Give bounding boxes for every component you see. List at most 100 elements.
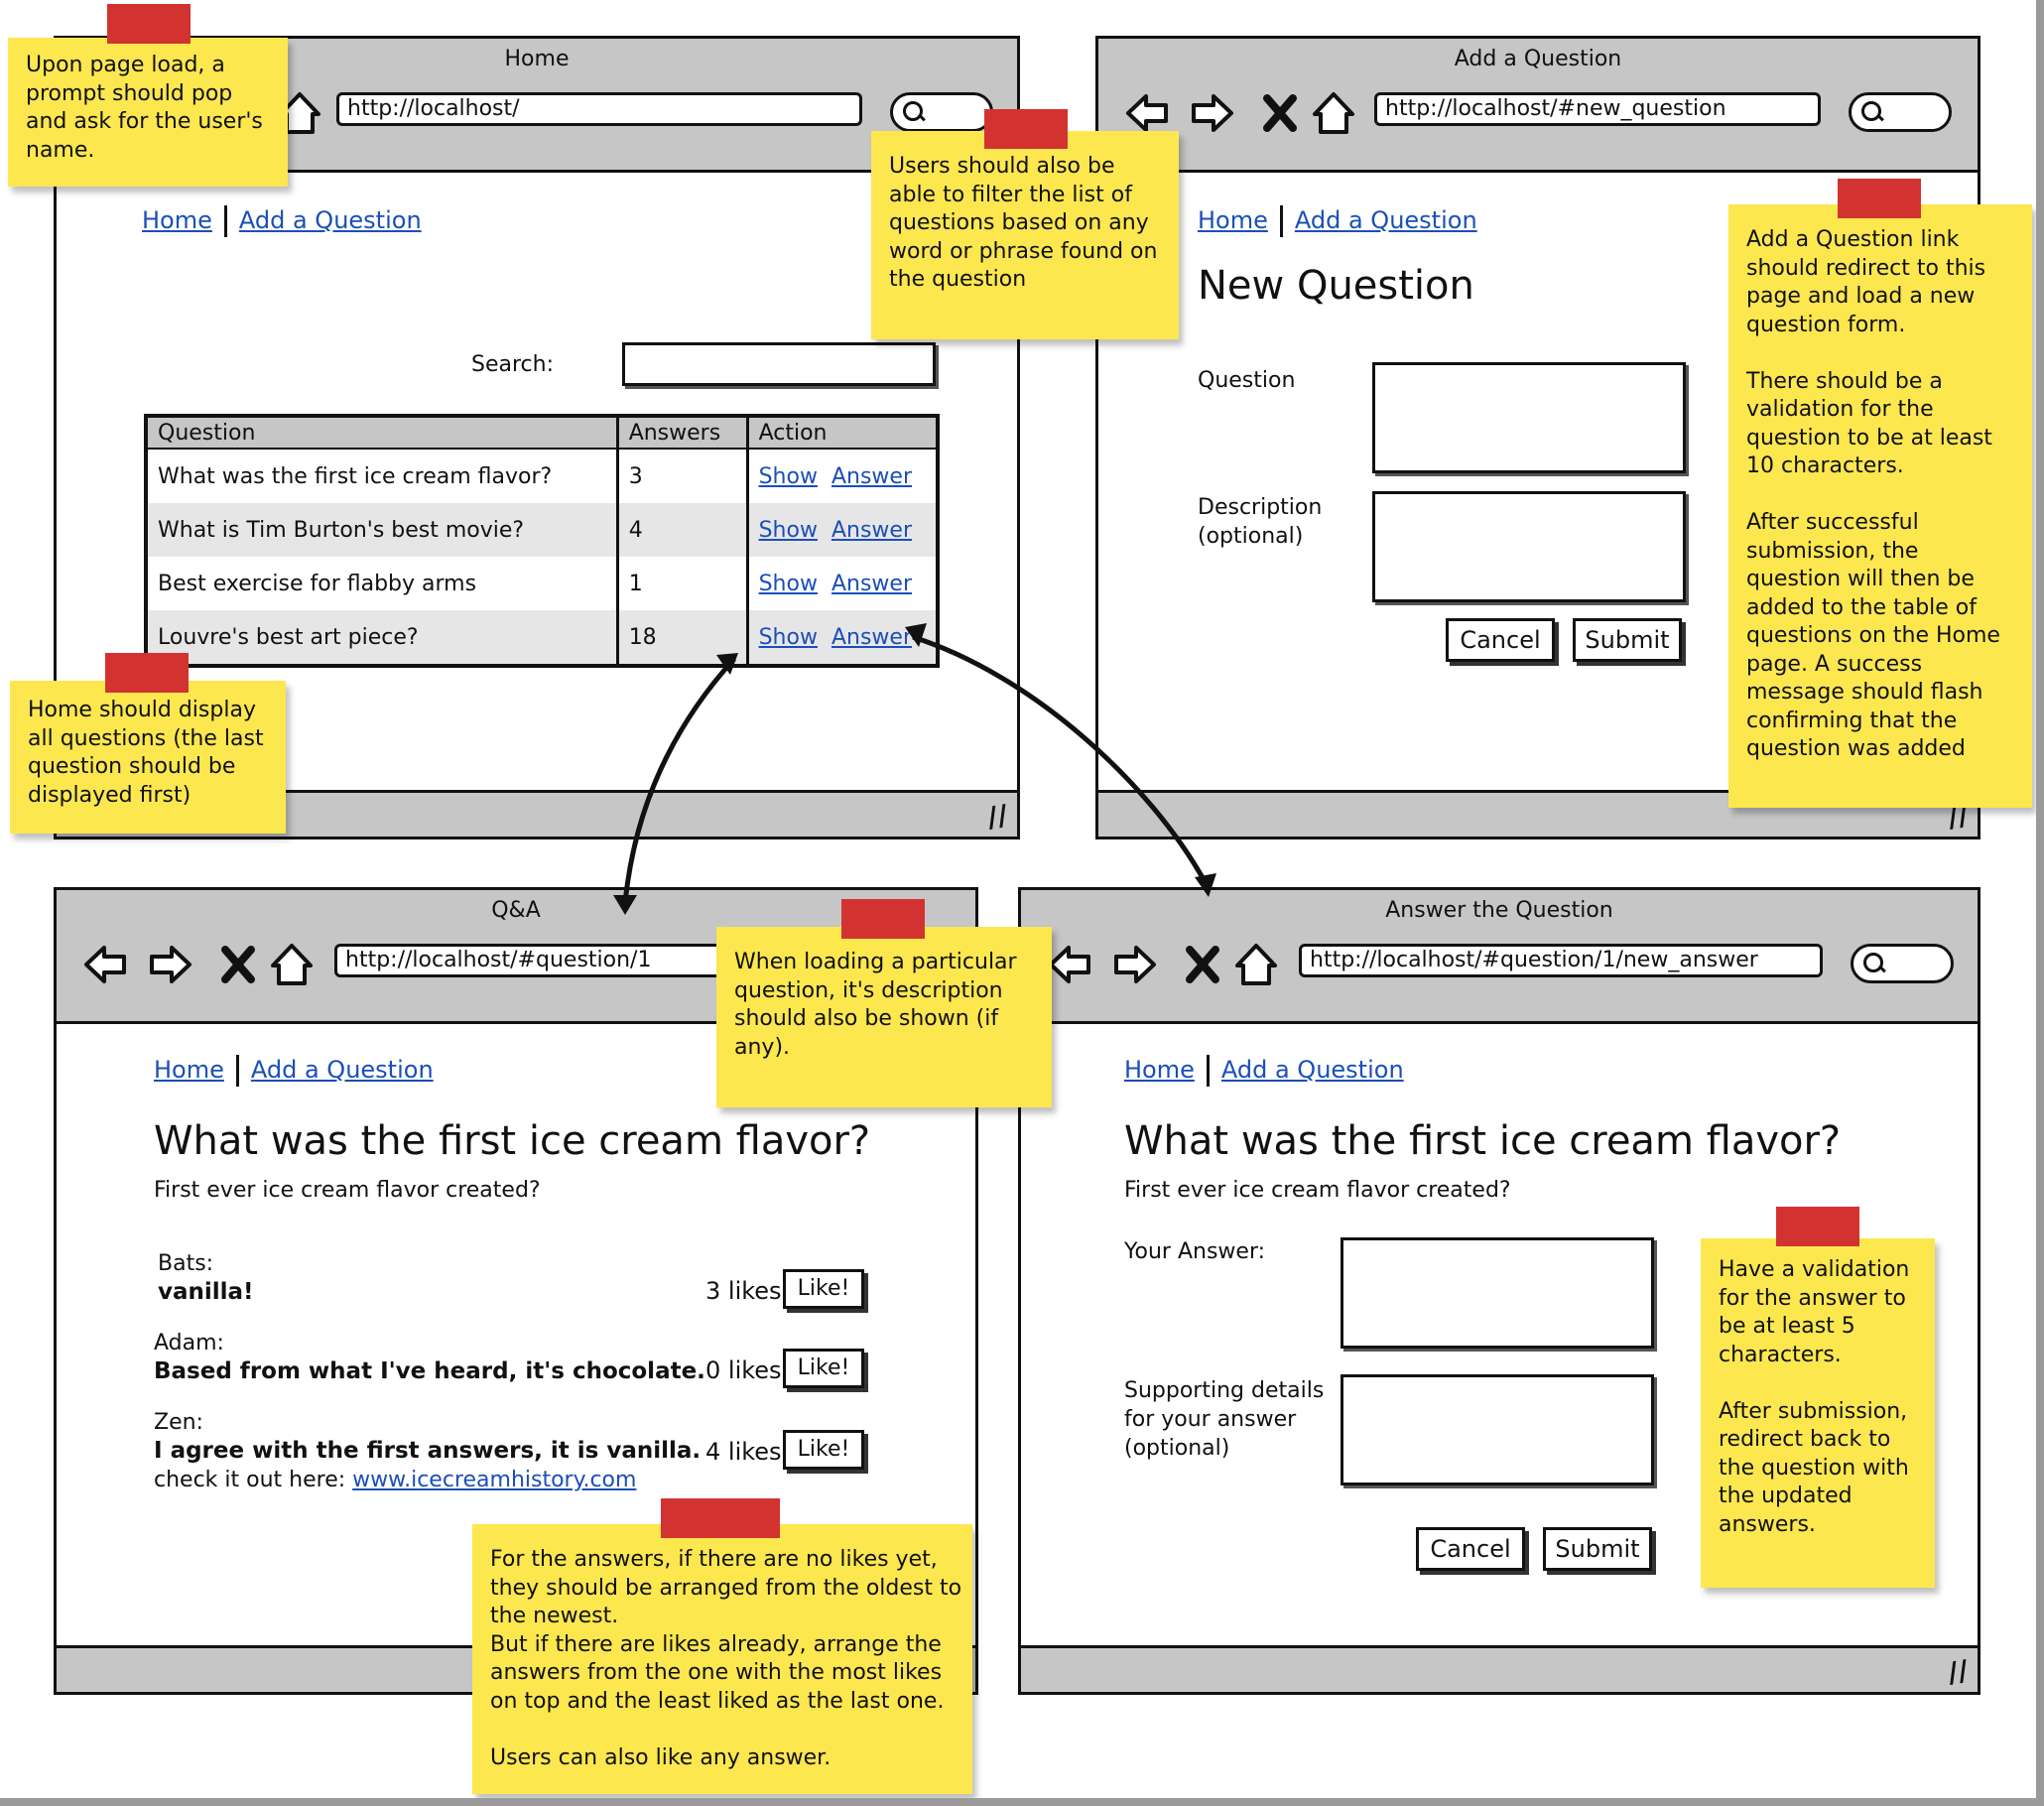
search-icon	[903, 101, 923, 121]
nav-add-question-link[interactable]: Add a Question	[1295, 206, 1477, 234]
nav-add-question-link[interactable]: Add a Question	[1221, 1056, 1404, 1084]
forward-arrow-icon[interactable]	[1110, 940, 1160, 989]
question-title: What was the first ice cream flavor?	[1124, 1118, 1842, 1164]
question-cell: What is Tim Burton's best movie?	[146, 503, 618, 557]
note-line: any).	[734, 1034, 791, 1060]
note-line: redirect back to	[1719, 1427, 1891, 1452]
browser-toolbar: Add a Question http://localhost/#new_que…	[1098, 39, 1978, 173]
table-row: Louvre's best art piece? 18 Show Answer	[146, 610, 938, 666]
cancel-button[interactable]: Cancel	[1446, 618, 1555, 662]
note-line: 10 characters.	[1746, 453, 1904, 478]
answer-link[interactable]: Answer	[831, 518, 912, 543]
col-question-header: Question	[146, 416, 618, 450]
stop-icon[interactable]	[1178, 940, 1227, 989]
note-line: should redirect to this	[1746, 255, 1986, 281]
questions-table: Question Answers Action What was the fir…	[144, 414, 940, 668]
note-answers-order: For the answers, if there are no likes y…	[472, 1498, 972, 1794]
your-answer-label: Your Answer:	[1124, 1239, 1266, 1264]
home-icon[interactable]	[1309, 88, 1358, 138]
tape	[107, 4, 191, 44]
home-icon[interactable]	[267, 940, 317, 989]
details-textarea[interactable]	[1341, 1374, 1654, 1485]
address-bar[interactable]: http://localhost/	[336, 92, 862, 126]
note-line: the question with	[1719, 1455, 1909, 1481]
action-cell: Show Answer	[745, 449, 938, 503]
note-line	[490, 1716, 955, 1744]
back-arrow-icon[interactable]	[1045, 940, 1094, 989]
note-line: Upon page load, a	[26, 53, 225, 77]
cancel-button[interactable]: Cancel	[1416, 1527, 1525, 1571]
answer-extra-text: check it out here:	[154, 1468, 353, 1492]
note-line: question should be	[28, 754, 236, 779]
action-cell: Show Answer	[745, 557, 938, 610]
note-line: question form.	[1746, 312, 1906, 337]
nav-home-link[interactable]: Home	[1124, 1056, 1195, 1084]
home-icon[interactable]	[1231, 940, 1281, 989]
answer-link[interactable]: Answer	[831, 572, 912, 596]
forward-arrow-icon[interactable]	[146, 940, 195, 989]
screen-edge	[0, 1798, 2044, 1806]
show-link[interactable]: Show	[759, 518, 818, 543]
note-line: question will then be	[1746, 567, 1975, 591]
search-input[interactable]	[622, 342, 936, 386]
show-link[interactable]: Show	[759, 464, 818, 489]
nav-home-link[interactable]: Home	[142, 206, 212, 234]
address-bar[interactable]: http://localhost/#question/1	[334, 944, 781, 977]
search-icon	[1861, 101, 1881, 121]
screen-edge	[2036, 0, 2044, 1806]
submit-button[interactable]: Submit	[1573, 618, 1682, 662]
answer-textarea[interactable]	[1341, 1237, 1654, 1349]
resize-grip-icon[interactable]: //	[984, 798, 1010, 834]
question-cell: Best exercise for flabby arms	[158, 571, 477, 596]
nav-add-question-link[interactable]: Add a Question	[251, 1056, 434, 1084]
search-icon	[1863, 953, 1883, 972]
note-line: page. A success	[1746, 651, 1923, 677]
table-row: Best exercise for flabby arms 1 Show Answ…	[146, 557, 938, 610]
like-button[interactable]: Like!	[783, 1349, 864, 1388]
tape	[105, 653, 189, 693]
mockup-canvas: Home http://localhost/ Home Add a Questio…	[0, 0, 2036, 1798]
show-link[interactable]: Show	[759, 625, 818, 650]
address-bar[interactable]: http://localhost/#new_question	[1374, 92, 1821, 126]
show-link[interactable]: Show	[759, 572, 818, 596]
action-cell: Show Answer	[745, 610, 938, 666]
details-label-line1: Supporting details	[1124, 1378, 1325, 1403]
external-link[interactable]: www.icecreamhistory.com	[352, 1468, 636, 1492]
forward-arrow-icon[interactable]	[1188, 88, 1237, 138]
nav-home-link[interactable]: Home	[1198, 206, 1268, 234]
submit-button[interactable]: Submit	[1543, 1527, 1652, 1571]
address-bar[interactable]: http://localhost/#question/1/new_answer	[1299, 944, 1823, 977]
note-line: prompt should pop	[26, 80, 233, 106]
tape	[1838, 179, 1921, 218]
search-field[interactable]	[1851, 944, 1954, 983]
note-line: questions based on any	[889, 210, 1149, 235]
note-line	[1746, 481, 2014, 510]
note-line: on top and the least liked as the last o…	[490, 1688, 945, 1714]
like-button[interactable]: Like!	[783, 1430, 864, 1470]
note-line: Home should display	[28, 698, 256, 722]
answer-link[interactable]: Answer	[831, 464, 912, 489]
answer-link[interactable]: Answer	[831, 625, 912, 650]
nav-add-question-link[interactable]: Add a Question	[239, 206, 422, 234]
question-textarea[interactable]	[1372, 362, 1686, 473]
tape	[984, 109, 1068, 149]
note-line	[1719, 1369, 1917, 1398]
search-field[interactable]	[1849, 92, 1952, 132]
nav-home-link[interactable]: Home	[154, 1056, 224, 1084]
search-field[interactable]	[890, 92, 993, 132]
stop-icon[interactable]	[1255, 88, 1305, 138]
note-line: When loading a particular	[734, 950, 1017, 974]
note-line: questions on the Home	[1746, 623, 2000, 648]
table-header: Question Answers Action	[146, 416, 938, 450]
description-textarea[interactable]	[1372, 491, 1686, 602]
like-button[interactable]: Like!	[783, 1269, 864, 1309]
status-bar: //	[1021, 1645, 1978, 1692]
details-label-line3: (optional)	[1124, 1436, 1230, 1461]
note-line: should also be shown (if	[734, 1006, 999, 1031]
note-add-question: Add a Question link should redirect to t…	[1728, 179, 2032, 808]
back-arrow-icon[interactable]	[80, 940, 130, 989]
stop-icon[interactable]	[213, 940, 263, 989]
col-action-header: Action	[745, 416, 938, 450]
nav-separator	[1279, 205, 1283, 237]
resize-grip-icon[interactable]: //	[1945, 1653, 1971, 1689]
